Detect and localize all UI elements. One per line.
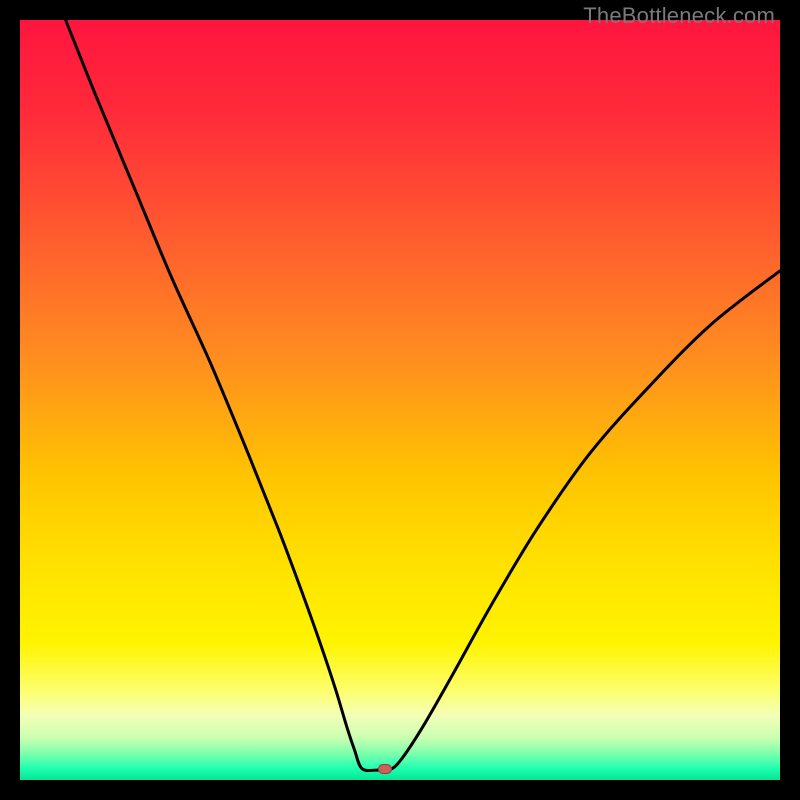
- min-marker: [378, 764, 392, 774]
- chart-curve-layer: [20, 20, 780, 780]
- bottleneck-curve: [66, 20, 780, 771]
